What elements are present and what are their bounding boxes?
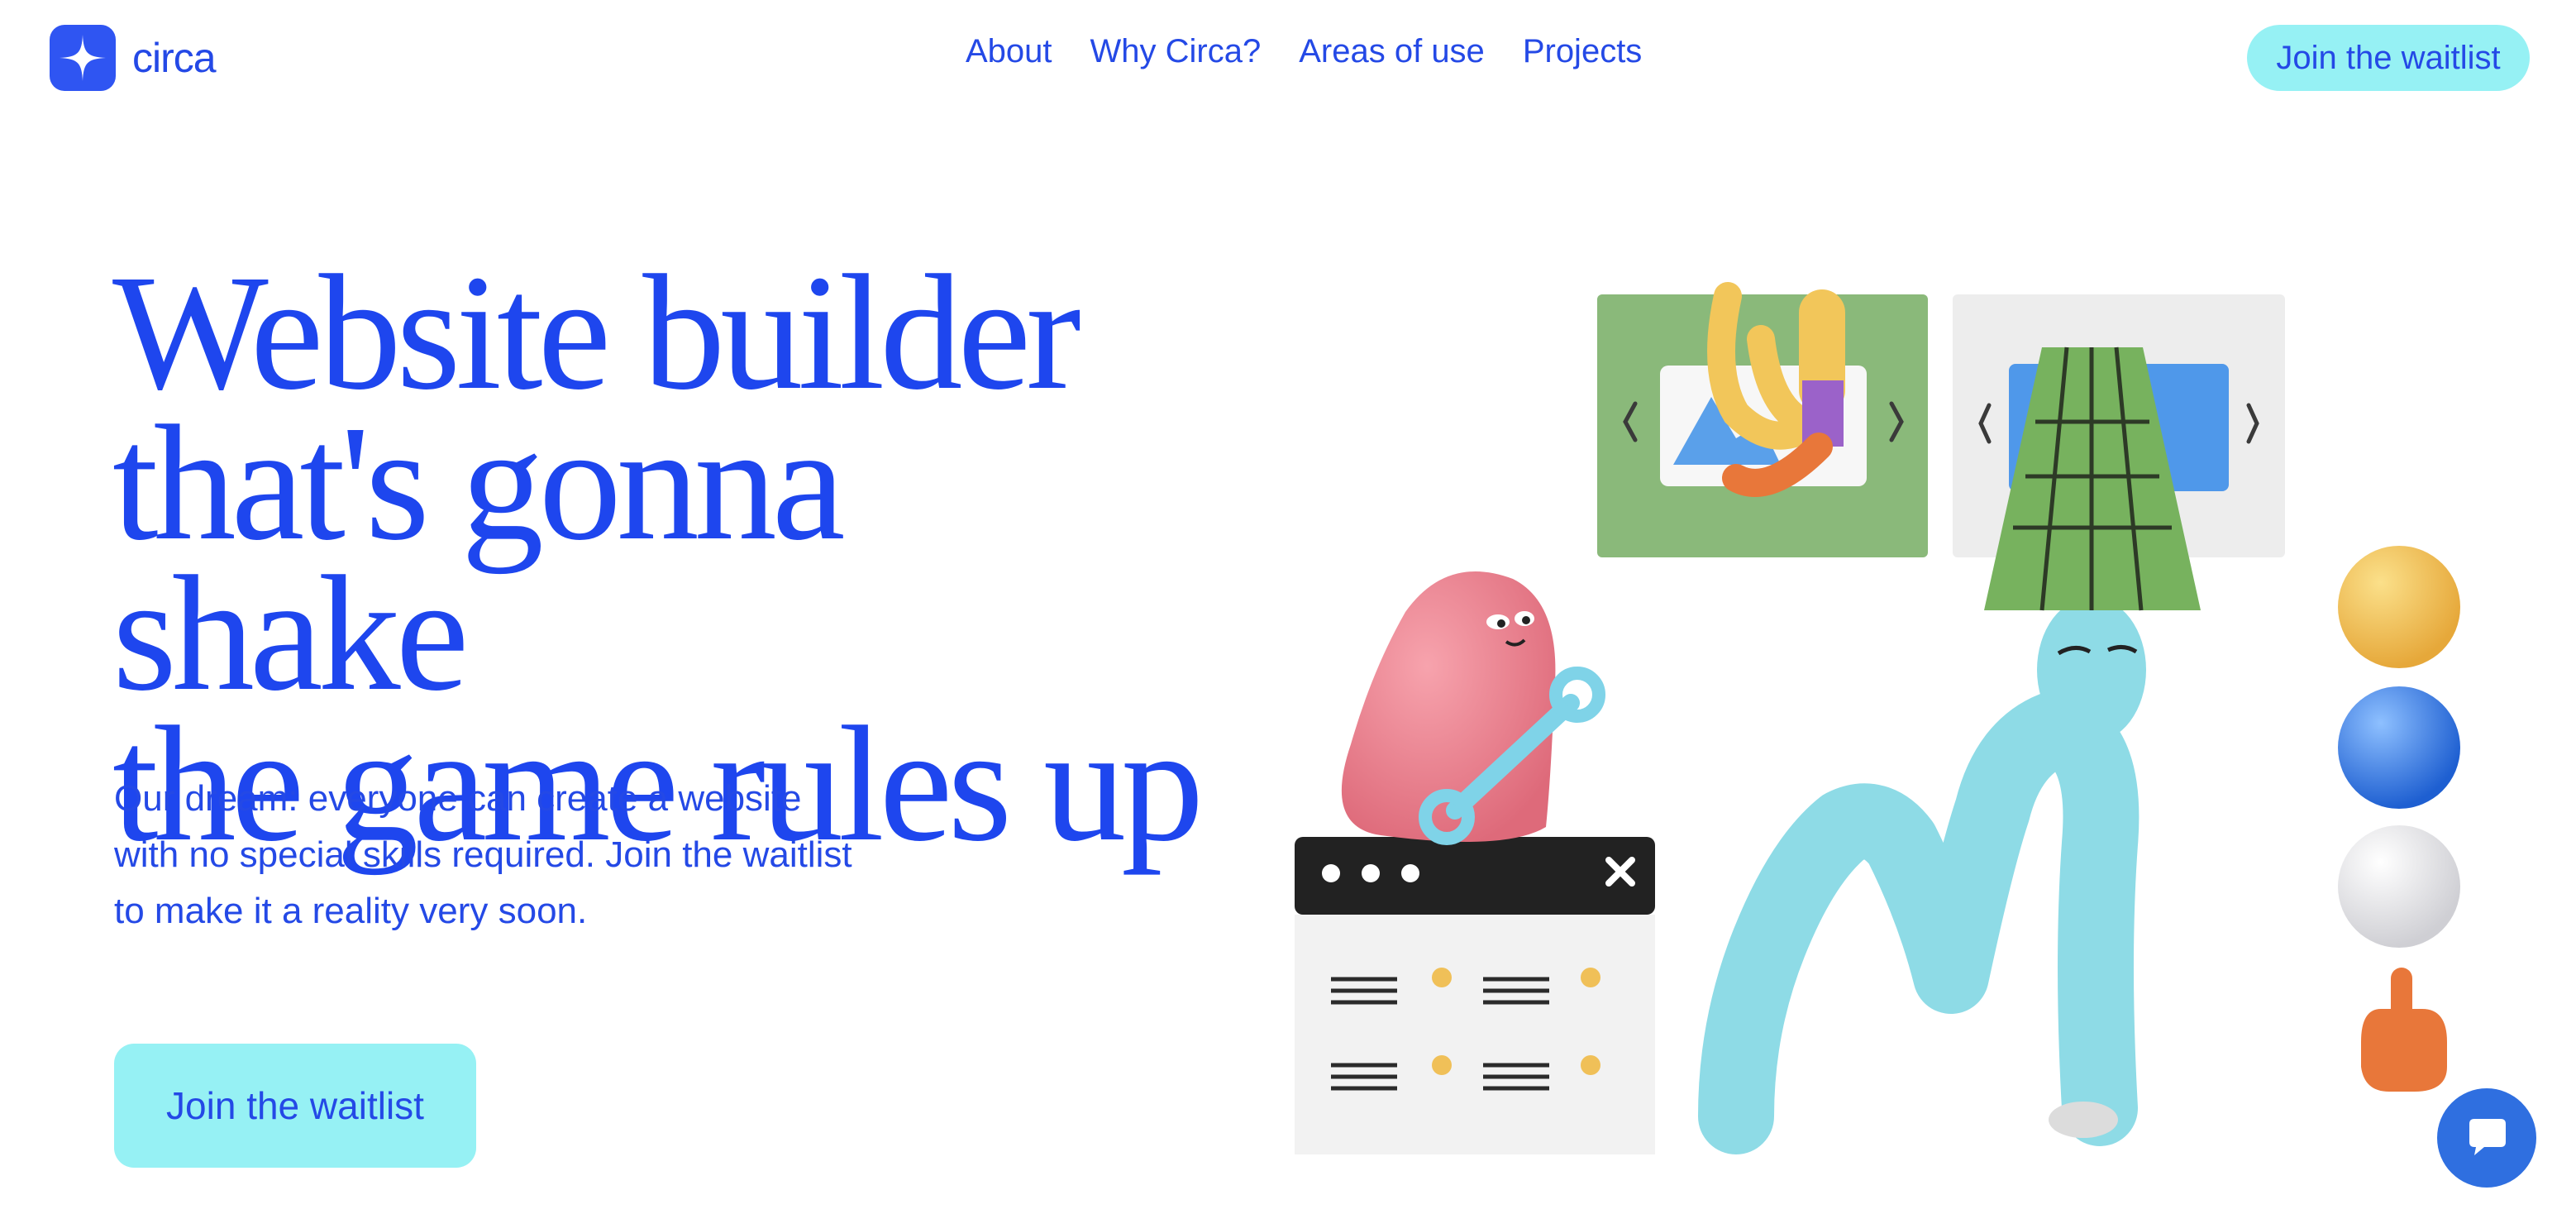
- nav-areas-of-use[interactable]: Areas of use: [1299, 33, 1485, 70]
- pink-character: [1341, 571, 1605, 845]
- pointing-hand-icon: [2361, 968, 2447, 1092]
- circa-logo-icon: [50, 25, 116, 91]
- nav-about[interactable]: About: [966, 33, 1052, 70]
- nav-projects[interactable]: Projects: [1523, 33, 1643, 70]
- chat-button[interactable]: [2437, 1088, 2536, 1188]
- hero-title-line: that's gonna shake: [112, 392, 846, 725]
- hero-subtitle-line: with no special skills required. Join th…: [114, 834, 852, 875]
- hero-illustration: [1295, 282, 2460, 1154]
- hero-subtitle: Our dream: everyone can create a website…: [114, 771, 941, 939]
- browser-window-graphic: [1295, 837, 1655, 1154]
- main-nav: About Why Circa? Areas of use Projects: [966, 33, 1642, 70]
- brand-name: circa: [132, 35, 217, 81]
- white-sphere: [2338, 825, 2460, 948]
- hero-title: Website builder that's gonna shake the g…: [112, 251, 1220, 867]
- header-join-waitlist-button[interactable]: Join the waitlist: [2247, 25, 2530, 91]
- blue-sphere: [2338, 686, 2460, 809]
- logo-link[interactable]: circa: [50, 25, 217, 91]
- nav-why-circa[interactable]: Why Circa?: [1090, 33, 1262, 70]
- hero-subtitle-line: Our dream: everyone can create a website: [114, 778, 802, 819]
- yellow-sphere: [2338, 546, 2460, 668]
- cyan-n-character: [1698, 597, 2146, 1154]
- hero-subtitle-line: to make it a reality very soon.: [114, 891, 588, 931]
- hero-join-waitlist-button[interactable]: Join the waitlist: [114, 1044, 476, 1168]
- chat-bubble-icon: [2469, 1119, 2506, 1155]
